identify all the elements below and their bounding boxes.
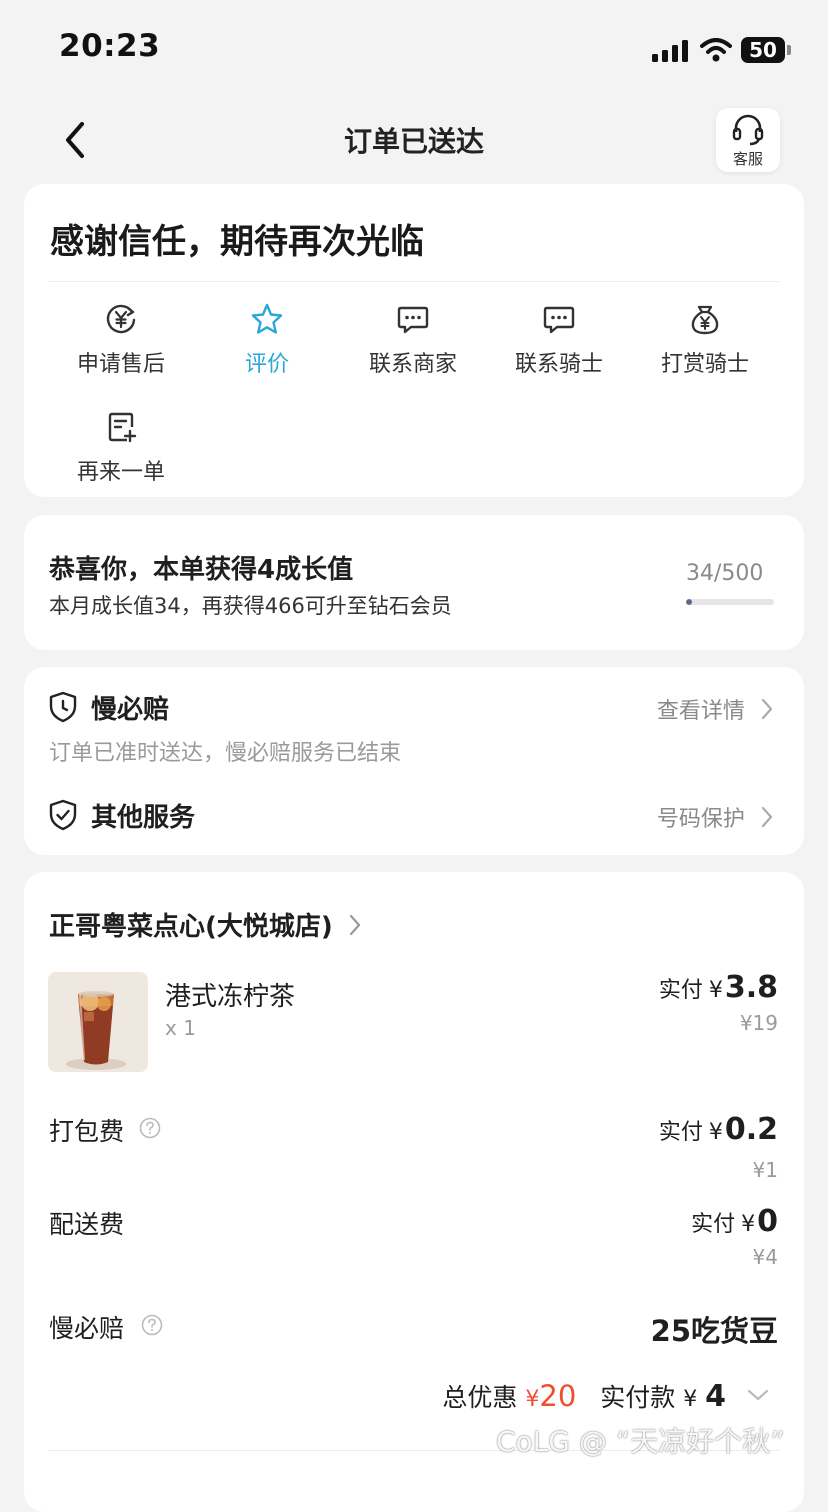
action-tip-rider[interactable]: 打赏骑士 (632, 302, 778, 378)
services-card: 慢必赔 查看详情 订单已准时送达，慢必赔服务已结束 其他服务 号码保护 (24, 667, 804, 855)
total-paid-amount: 4 (705, 1379, 727, 1414)
clock-shield-icon (49, 691, 77, 723)
reorder-icon (108, 412, 137, 443)
packing-fee-label: 打包费 (49, 1117, 125, 1146)
shield-check-icon (49, 799, 77, 831)
chevron-down-icon (747, 1389, 769, 1401)
item-name: 港式冻柠茶 (165, 982, 296, 1012)
battery-level: 50 (749, 38, 777, 62)
money-bag-icon (691, 305, 719, 335)
growth-progress-bar (686, 599, 774, 605)
divider (48, 281, 780, 282)
item-paid-amount: 3.8 (724, 970, 778, 1005)
growth-progress-text: 34/500 (686, 561, 764, 586)
delivery-paid-amount: 0 (757, 1204, 778, 1239)
currency-symbol: ¥ (708, 1120, 723, 1145)
help-icon[interactable] (139, 1117, 161, 1139)
status-icons: 50 (650, 36, 792, 66)
thanks-card: 感谢信任，期待再次光临 申请售后 评价 联系商家 联系骑士 打赏骑士 再来一单 (24, 184, 804, 497)
packing-paid-amount: 0.2 (724, 1112, 778, 1147)
delivery-paid-row: 实付 ¥0 (691, 1204, 778, 1239)
shop-name-link[interactable]: 正哥粤菜点心(大悦城店) (49, 906, 362, 943)
paid-label: 实付 (658, 978, 703, 1003)
discount-amount: 20 (539, 1379, 577, 1413)
battery-tip (787, 45, 791, 55)
wifi-icon (700, 38, 732, 62)
discount-label: 总优惠 (442, 1383, 518, 1412)
signal-icon (652, 40, 688, 62)
slow-pay-description: 订单已准时送达，慢必赔服务已结束 (49, 741, 402, 766)
item-original-price: ¥19 (739, 1011, 778, 1035)
action-contact-merchant[interactable]: 联系商家 (340, 302, 486, 378)
paid-label: 实付 (658, 1120, 703, 1145)
growth-title: 恭喜你，本单获得4成长值 (49, 555, 354, 585)
total-paid-label: 实付款 (600, 1383, 676, 1412)
number-protection-label: 号码保护 (656, 807, 745, 832)
action-contact-rider[interactable]: 联系骑士 (486, 302, 632, 378)
shop-name: 正哥粤菜点心(大悦城店) (49, 912, 333, 942)
slow-pay-fee-label: 慢必赔 (49, 1314, 125, 1343)
status-time: 20:23 (59, 28, 161, 64)
item-image[interactable] (48, 972, 148, 1072)
number-protection-link[interactable]: 号码保护 (657, 801, 774, 833)
packing-paid-row: 实付 ¥0.2 (659, 1112, 778, 1147)
lemon-tea-image (48, 972, 148, 1072)
thanks-title: 感谢信任，期待再次光临 (50, 222, 424, 262)
chat-icon (397, 306, 429, 334)
delivery-original-price: ¥4 (752, 1245, 778, 1269)
slow-pay-link-label: 查看详情 (656, 699, 745, 724)
page-title: 订单已送达 (343, 125, 484, 158)
discount-currency: ¥ (525, 1387, 540, 1412)
action-label: 再来一单 (76, 460, 165, 485)
delivery-fee-label: 配送费 (49, 1210, 125, 1239)
watermark: CoLG @ “天凉好个秋” (496, 1425, 785, 1458)
item-paid-row: 实付 ¥3.8 (659, 970, 778, 1005)
growth-card[interactable]: 恭喜你，本单获得4成长值 本月成长值34，再获得466可升至钻石会员 34/50… (24, 515, 804, 650)
action-review[interactable]: 评价 (194, 302, 340, 378)
growth-progress-fill (686, 599, 692, 605)
slow-pay-title: 慢必赔 (91, 695, 170, 725)
chat-icon (543, 306, 575, 334)
action-label: 联系商家 (368, 352, 457, 377)
action-label: 联系骑士 (514, 352, 603, 377)
customer-service-button[interactable]: 客服 (716, 108, 780, 172)
action-label: 申请售后 (76, 352, 165, 377)
customer-service-label: 客服 (732, 150, 763, 168)
paid-label: 实付 (691, 1212, 736, 1237)
slow-pay-detail-link[interactable]: 查看详情 (657, 693, 774, 725)
currency-symbol: ¥ (708, 978, 723, 1003)
order-card: 正哥粤菜点心(大悦城店) 港式冻柠茶 x 1 实付 ¥3.8 ¥19 打包费 实付… (24, 872, 804, 1512)
chevron-right-icon (761, 698, 773, 720)
currency-symbol: ¥ (741, 1212, 756, 1237)
packing-original-price: ¥1 (752, 1158, 778, 1182)
total-currency: ¥ (683, 1387, 698, 1412)
refund-icon (106, 304, 136, 334)
action-reorder[interactable]: 再来一单 (48, 410, 194, 486)
slow-pay-fee-value: 25吃货豆 (650, 1314, 778, 1348)
star-icon (251, 303, 283, 334)
headset-icon (732, 114, 764, 146)
action-label: 打赏骑士 (660, 352, 749, 377)
order-total-row[interactable]: 总优惠 ¥20 实付款 ¥ 4 (442, 1378, 770, 1414)
action-after-sale[interactable]: 申请售后 (48, 302, 194, 378)
battery-icon: 50 (741, 37, 785, 63)
chevron-right-icon (761, 806, 773, 828)
item-quantity: x 1 (165, 1016, 196, 1040)
help-icon[interactable] (141, 1314, 163, 1336)
chevron-right-icon (349, 914, 360, 936)
growth-subtitle: 本月成长值34，再获得466可升至钻石会员 (49, 594, 452, 618)
action-label: 评价 (244, 352, 289, 377)
other-services-title: 其他服务 (91, 803, 196, 833)
